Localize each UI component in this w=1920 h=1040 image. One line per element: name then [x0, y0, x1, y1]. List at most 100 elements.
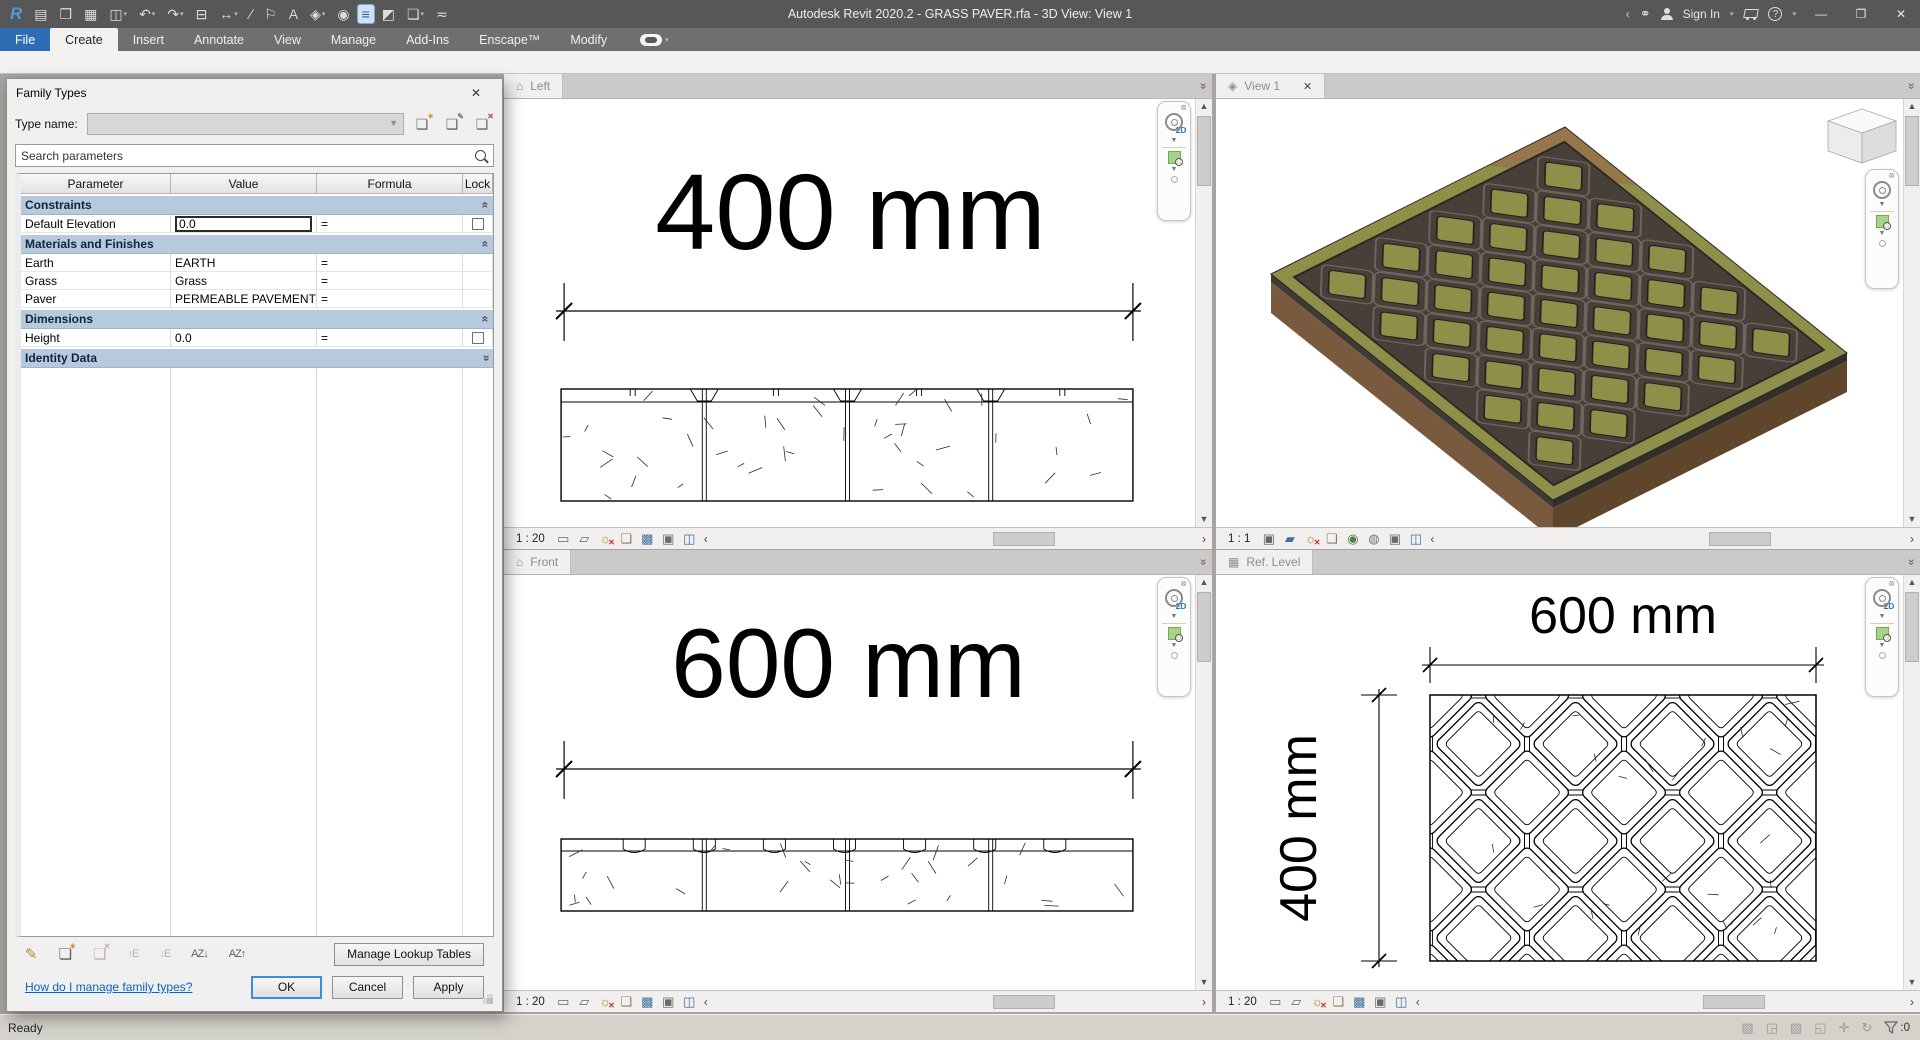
detail-level-icon[interactable]: ▭	[1267, 993, 1284, 1010]
locked-3d-view-icon[interactable]: ◉	[1344, 530, 1361, 547]
new-type-button[interactable]: ❏ ✶	[410, 112, 434, 135]
sun-path-icon[interactable]: ☼ ✕	[597, 530, 614, 547]
minimize-button[interactable]: —	[1806, 0, 1836, 28]
wheel-dropdown-icon[interactable]: ▼	[1879, 201, 1886, 208]
scroll-right-icon[interactable]: ›	[1196, 532, 1212, 546]
column-header-lock[interactable]: Lock	[463, 174, 493, 194]
tab-overflow-button[interactable]: «	[1901, 550, 1920, 574]
crop-region-icon[interactable]: ▣	[1386, 530, 1403, 547]
view-tab-left[interactable]: ⌂ Left	[504, 74, 564, 98]
zoom-dropdown-icon[interactable]: ▼	[1879, 230, 1886, 237]
background-processes-icon[interactable]: ↻	[1862, 1020, 1873, 1036]
tab-overflow-button[interactable]: «	[1901, 74, 1920, 98]
navbar-handle-icon[interactable]	[1878, 652, 1886, 659]
crop-region-icon[interactable]: ▣	[1372, 993, 1389, 1010]
search-parameters-input[interactable]: Search parameters	[15, 144, 494, 167]
shadows-icon[interactable]: ❏	[1323, 530, 1340, 547]
scroll-left-icon[interactable]: ‹	[698, 532, 714, 546]
ribbon-tab-addins[interactable]: Add-Ins	[391, 28, 464, 51]
group-row-identity-data[interactable]: Identity Data «	[21, 349, 493, 368]
detail-level-icon[interactable]: ▣	[1260, 530, 1277, 547]
vertical-scroll-thumb[interactable]	[1197, 116, 1211, 186]
search-icon[interactable]: ⚭	[1640, 6, 1651, 22]
worksets-icon[interactable]: ▧	[1741, 1020, 1753, 1036]
chevron-up-double-icon[interactable]: «	[479, 316, 493, 323]
help-link[interactable]: How do I manage family types?	[25, 980, 192, 994]
close-icon[interactable]: ⊗	[1888, 172, 1895, 180]
resize-grip[interactable]	[487, 998, 493, 1004]
revit-logo[interactable]: R	[6, 5, 26, 23]
scroll-up-icon[interactable]: ▲	[1904, 99, 1920, 114]
ribbon-tab-view[interactable]: View	[259, 28, 316, 51]
column-header-value[interactable]: Value	[171, 174, 317, 194]
app-store-cart-icon[interactable]	[1743, 8, 1758, 20]
parameter-value[interactable]: EARTH	[171, 254, 317, 272]
filter-button[interactable]: :0	[1884, 1021, 1910, 1034]
parameter-formula[interactable]: =	[317, 254, 463, 272]
wheel-dropdown-icon[interactable]: ▼	[1171, 137, 1178, 144]
parameter-row[interactable]: Paver PERMEABLE PAVEMENT =	[21, 290, 493, 308]
scroll-left-icon[interactable]: ‹	[1410, 995, 1426, 1009]
wheel-dropdown-icon[interactable]: ▼	[1879, 613, 1886, 620]
scroll-left-icon[interactable]: ‹	[698, 995, 714, 1009]
chevron-up-double-icon[interactable]: «	[479, 202, 493, 209]
steering-wheel-icon[interactable]	[1873, 181, 1891, 199]
text-icon[interactable]: A	[285, 5, 302, 23]
save-icon[interactable]: ▦	[80, 5, 101, 23]
edit-parameter-icon[interactable]: ✎	[25, 945, 38, 963]
scroll-up-icon[interactable]: ▲	[1196, 99, 1212, 114]
crop-view-icon[interactable]: ▩	[639, 993, 656, 1010]
parameter-formula[interactable]: =	[317, 290, 463, 308]
detail-level-icon[interactable]: ▭	[555, 993, 572, 1010]
crop-view-icon[interactable]: ▩	[639, 530, 656, 547]
shadows-icon[interactable]: ❏	[618, 993, 635, 1010]
default-3d-view-icon[interactable]: ◈ ▾	[306, 5, 329, 23]
viewport-ref-level-canvas[interactable]: 600 mm 400 mm ⊗ 2D ▼ ▼	[1216, 575, 1903, 990]
viewport-view1-canvas[interactable]: ⊗ ▼ ▼	[1216, 99, 1903, 527]
parameter-row[interactable]: Default Elevation 0.0 =	[21, 215, 493, 233]
reveal-hidden-icon[interactable]: ◫	[681, 993, 698, 1010]
close-icon[interactable]: ⊗	[1180, 580, 1187, 588]
open-icon[interactable]: ❒	[56, 5, 77, 23]
cancel-button[interactable]: Cancel	[332, 975, 403, 999]
ribbon-tab-insert[interactable]: Insert	[118, 28, 179, 51]
navbar-handle-icon[interactable]	[1878, 240, 1886, 247]
crop-view-icon[interactable]: ▩	[1351, 993, 1368, 1010]
horizontal-scroll-thumb[interactable]	[1708, 531, 1771, 546]
column-header-parameter[interactable]: Parameter	[21, 174, 171, 194]
view-tab-front[interactable]: ⌂ Front	[504, 550, 572, 574]
crop-region-icon[interactable]: ▣	[660, 530, 677, 547]
zoom-dropdown-icon[interactable]: ▼	[1171, 166, 1178, 173]
vertical-scroll-thumb[interactable]	[1197, 592, 1211, 662]
reveal-hidden-icon[interactable]: ◫	[1407, 530, 1424, 547]
design-options-icon[interactable]: ◲	[1766, 1020, 1778, 1036]
lock-checkbox[interactable]	[471, 331, 484, 344]
parameter-formula[interactable]: =	[317, 329, 463, 347]
tag-icon[interactable]: ⚐	[260, 5, 281, 23]
parameter-value[interactable]: 0.0	[171, 329, 317, 347]
scroll-right-icon[interactable]: ›	[1904, 995, 1920, 1009]
new-parameter-icon[interactable]: ❏ ✶	[59, 942, 76, 963]
visual-style-icon[interactable]: ▱	[1288, 993, 1305, 1010]
ribbon-tab-modify[interactable]: Modify	[555, 28, 622, 51]
zoom-dropdown-icon[interactable]: ▼	[1879, 642, 1886, 649]
customize-qat-icon[interactable]: ≂	[432, 5, 452, 23]
tab-overflow-button[interactable]: «	[1193, 550, 1212, 574]
vertical-scrollbar[interactable]: ▲ ▼	[1903, 575, 1920, 990]
zoom-region-icon[interactable]	[1167, 627, 1183, 642]
user-interface-icon[interactable]: ◩	[378, 5, 399, 23]
rename-type-button[interactable]: ❏ ✎	[440, 112, 464, 135]
press-drag-icon[interactable]: ✛	[1839, 1020, 1850, 1036]
ribbon-tab-manage[interactable]: Manage	[316, 28, 391, 51]
sign-in-dropdown-icon[interactable]: ▾	[1730, 10, 1734, 18]
scroll-right-icon[interactable]: ›	[1904, 532, 1920, 546]
ribbon-display-toggle[interactable]: ▾	[640, 28, 669, 51]
dialog-close-button[interactable]: ✕	[459, 82, 493, 103]
ribbon-tab-create[interactable]: Create	[50, 28, 118, 51]
aligned-dimension-icon[interactable]: ∕	[246, 5, 256, 23]
steering-wheel-icon[interactable]	[1165, 589, 1183, 607]
collapse-toolbar-icon[interactable]: ‹	[1626, 7, 1630, 21]
editable-only-icon[interactable]: ▨	[1790, 1020, 1802, 1036]
exclude-options-icon[interactable]: ◱	[1814, 1020, 1826, 1036]
parameter-formula[interactable]: =	[317, 272, 463, 290]
